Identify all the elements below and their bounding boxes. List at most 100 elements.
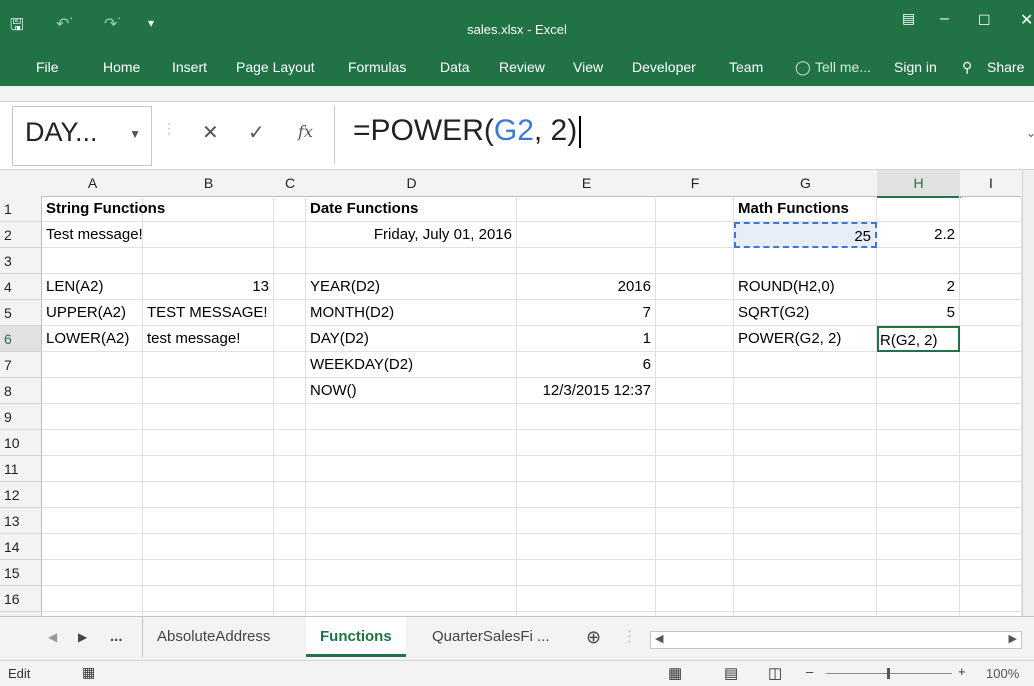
cell-g13[interactable]	[734, 508, 877, 534]
cell-c5[interactable]	[274, 300, 306, 326]
scroll-tabs-right-icon[interactable]: ▶	[78, 617, 87, 657]
cell-i13[interactable]	[960, 508, 1022, 534]
cell-g7[interactable]	[734, 352, 877, 378]
cell-g3[interactable]	[734, 248, 877, 274]
cell-a8[interactable]	[42, 378, 143, 404]
ribbon-display-icon[interactable]: ▤	[902, 10, 915, 27]
sign-in-link[interactable]: Sign in	[894, 59, 937, 75]
cell-b11[interactable]	[143, 456, 274, 482]
row-header-7[interactable]: 7	[0, 352, 42, 378]
page-break-view-icon[interactable]: ◫	[768, 664, 782, 682]
normal-view-icon[interactable]: ▦	[668, 664, 682, 682]
cell-g16[interactable]	[734, 586, 877, 612]
cell-b16[interactable]	[143, 586, 274, 612]
cell-f9[interactable]	[656, 404, 734, 430]
cell-i9[interactable]	[960, 404, 1022, 430]
cell-b10[interactable]	[143, 430, 274, 456]
row-header-5[interactable]: 5	[0, 300, 42, 326]
cell-i4[interactable]	[960, 274, 1022, 300]
expand-formula-bar-icon[interactable]: ⌄	[1026, 126, 1034, 140]
cell-f5[interactable]	[656, 300, 734, 326]
cell-c11[interactable]	[274, 456, 306, 482]
tab-formulas[interactable]: Formulas	[348, 59, 406, 75]
cell-h14[interactable]	[877, 534, 960, 560]
cell-d4[interactable]: YEAR(D2)	[306, 274, 517, 300]
cell-i3[interactable]	[960, 248, 1022, 274]
cell-c16[interactable]	[274, 586, 306, 612]
cell-b15[interactable]	[143, 560, 274, 586]
row-header-11[interactable]: 11	[0, 456, 42, 482]
cell-a7[interactable]	[42, 352, 143, 378]
cell-e7[interactable]: 6	[517, 352, 656, 378]
cell-f16[interactable]	[656, 586, 734, 612]
row-header-6[interactable]: 6	[0, 326, 42, 352]
row-header-10[interactable]: 10	[0, 430, 42, 456]
cell-a13[interactable]	[42, 508, 143, 534]
cell-c3[interactable]	[274, 248, 306, 274]
cell-c13[interactable]	[274, 508, 306, 534]
cell-f7[interactable]	[656, 352, 734, 378]
cell-g2[interactable]: 25	[734, 222, 877, 248]
cell-d1[interactable]: Date Functions	[306, 196, 517, 222]
cell-a2[interactable]: Test message!	[42, 222, 143, 248]
cell-e10[interactable]	[517, 430, 656, 456]
cell-c4[interactable]	[274, 274, 306, 300]
cell-g11[interactable]	[734, 456, 877, 482]
cell-h12[interactable]	[877, 482, 960, 508]
cell-h10[interactable]	[877, 430, 960, 456]
cell-d16[interactable]	[306, 586, 517, 612]
tab-insert[interactable]: Insert	[172, 59, 207, 75]
cell-i14[interactable]	[960, 534, 1022, 560]
horizontal-scrollbar[interactable]: ◀ ▶	[650, 631, 1022, 649]
cell-d6[interactable]: DAY(D2)	[306, 326, 517, 352]
column-header-b[interactable]: B	[143, 170, 275, 197]
row-header-4[interactable]: 4	[0, 274, 42, 300]
cell-e15[interactable]	[517, 560, 656, 586]
cell-c6[interactable]	[274, 326, 306, 352]
cell-e14[interactable]	[517, 534, 656, 560]
cell-b6[interactable]: test message!	[143, 326, 274, 352]
enter-check-icon[interactable]: ✓	[248, 120, 265, 145]
cell-d10[interactable]	[306, 430, 517, 456]
cell-b1[interactable]	[143, 196, 274, 222]
zoom-level[interactable]: 100%	[986, 666, 1019, 681]
cell-i2[interactable]	[960, 222, 1022, 248]
cell-i15[interactable]	[960, 560, 1022, 586]
cell-f15[interactable]	[656, 560, 734, 586]
cell-g1[interactable]: Math Functions	[734, 196, 877, 222]
cell-h16[interactable]	[877, 586, 960, 612]
row-header-16[interactable]: 16	[0, 586, 42, 612]
cell-e4[interactable]: 2016	[517, 274, 656, 300]
cell-h11[interactable]	[877, 456, 960, 482]
cell-f11[interactable]	[656, 456, 734, 482]
sheet-tab-functions[interactable]: Functions	[306, 617, 406, 657]
cell-a3[interactable]	[42, 248, 143, 274]
cell-h15[interactable]	[877, 560, 960, 586]
zoom-out-icon[interactable]: –	[806, 664, 813, 679]
cell-h2[interactable]: 2.2	[877, 222, 960, 248]
tab-home[interactable]: Home	[103, 59, 140, 75]
cell-e2[interactable]	[517, 222, 656, 248]
row-header-12[interactable]: 12	[0, 482, 42, 508]
cell-e6[interactable]: 1	[517, 326, 656, 352]
cell-f3[interactable]	[656, 248, 734, 274]
cell-f14[interactable]	[656, 534, 734, 560]
column-header-a[interactable]: A	[42, 170, 144, 197]
sheet-tab-quartersales[interactable]: QuarterSalesFi ...	[432, 617, 550, 657]
name-box[interactable]: DAY... ▼	[12, 106, 152, 166]
cell-b2[interactable]	[143, 222, 274, 248]
cell-d7[interactable]: WEEKDAY(D2)	[306, 352, 517, 378]
cell-h1[interactable]	[877, 196, 960, 222]
cell-e11[interactable]	[517, 456, 656, 482]
row-header-1[interactable]: 1	[0, 196, 42, 222]
cell-f13[interactable]	[656, 508, 734, 534]
minimize-icon[interactable]: –	[940, 10, 949, 28]
cell-i1[interactable]	[960, 196, 1022, 222]
cell-b3[interactable]	[143, 248, 274, 274]
page-layout-view-icon[interactable]: ▤	[724, 664, 738, 682]
cell-f1[interactable]	[656, 196, 734, 222]
cell-h3[interactable]	[877, 248, 960, 274]
cell-a5[interactable]: UPPER(A2)	[42, 300, 143, 326]
cell-i11[interactable]	[960, 456, 1022, 482]
cell-e1[interactable]	[517, 196, 656, 222]
